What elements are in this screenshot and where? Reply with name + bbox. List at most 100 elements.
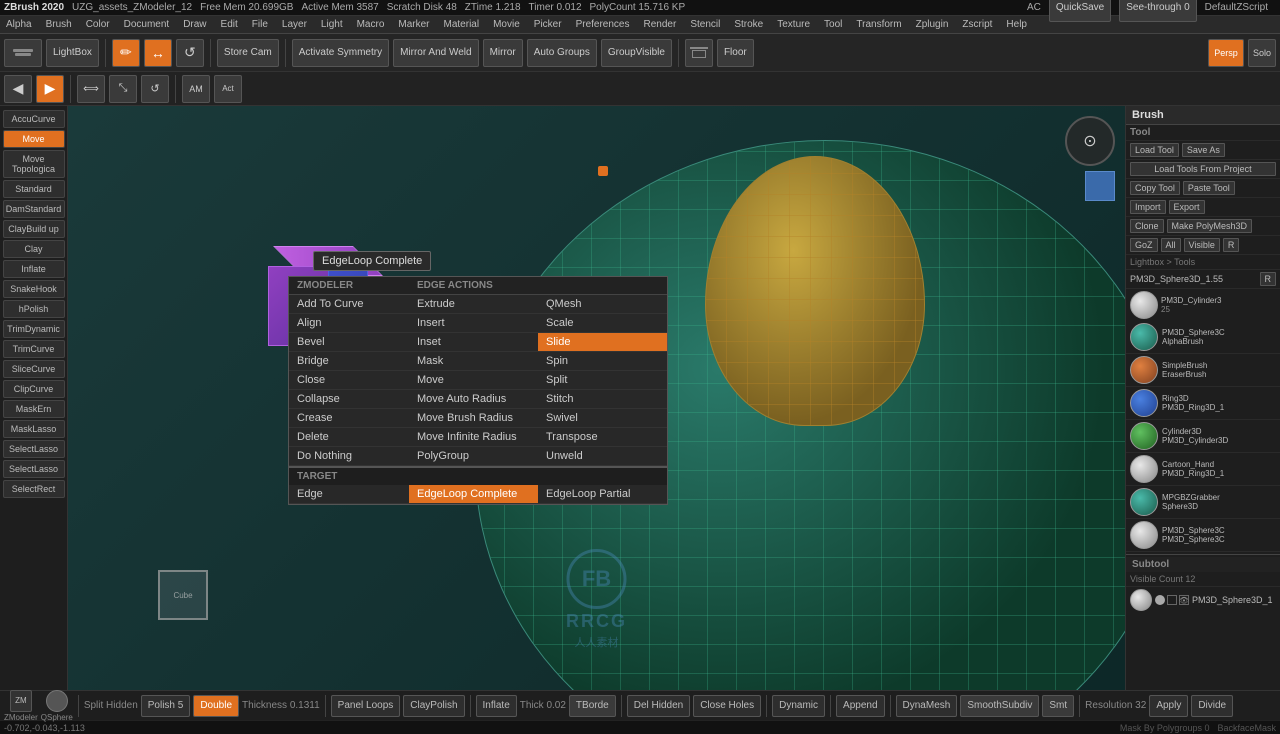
load-tools-project-btn[interactable]: Load Tools From Project: [1130, 162, 1276, 176]
selectlasso-btn[interactable]: SelectLasso: [3, 440, 65, 458]
see-through-button[interactable]: See-through 0: [1119, 0, 1196, 22]
ctx-row-7[interactable]: Delete Move Infinite Radius Transpose: [289, 428, 667, 447]
claypolish-btn[interactable]: ClayPolish: [403, 695, 464, 717]
ctx-zmod-1[interactable]: Align: [289, 314, 409, 332]
menu-movie[interactable]: Movie: [491, 18, 522, 31]
ctx-c3-5[interactable]: Stitch: [538, 390, 667, 408]
paste-tool-btn[interactable]: Paste Tool: [1183, 181, 1235, 195]
target-zmod-0[interactable]: Edge: [289, 485, 409, 503]
menu-zplugin[interactable]: Zplugin: [914, 18, 951, 31]
actual-icon[interactable]: Act: [214, 75, 242, 103]
masklasso-btn[interactable]: MaskLasso: [3, 420, 65, 438]
ctx-zmod-7[interactable]: Delete: [289, 428, 409, 446]
ctx-row-6[interactable]: Crease Move Brush Radius Swivel: [289, 409, 667, 428]
target-row-0[interactable]: Edge EdgeLoop Complete EdgeLoop Partial: [289, 485, 667, 504]
ctx-c3-1[interactable]: Scale: [538, 314, 667, 332]
ctx-c3-8[interactable]: Unweld: [538, 447, 667, 465]
prev-nav-button[interactable]: ◀: [4, 75, 32, 103]
all-btn[interactable]: All: [1161, 238, 1181, 252]
solo-icon[interactable]: Solo: [1248, 39, 1276, 67]
import-btn[interactable]: Import: [1130, 200, 1166, 214]
rotate-icon[interactable]: ↺: [141, 75, 169, 103]
standard-btn[interactable]: Standard: [3, 180, 65, 198]
ctx-c3-2-slide[interactable]: Slide: [538, 333, 667, 351]
copy-tool-btn[interactable]: Copy Tool: [1130, 181, 1180, 195]
polish-btn[interactable]: Polish 5: [141, 695, 191, 717]
rs-tool-cylinder3d[interactable]: Cylinder3D PM3D_Cylinder3D: [1126, 420, 1280, 453]
target-c3-0[interactable]: EdgeLoop Partial: [538, 485, 667, 503]
subtool-item-row[interactable]: 👁 PM3D_Sphere3D_1: [1126, 587, 1280, 613]
group-visible-button[interactable]: GroupVisible: [601, 39, 672, 67]
ctx-c3-0[interactable]: QMesh: [538, 295, 667, 313]
subtool-eye-icon[interactable]: 👁: [1179, 595, 1189, 605]
activate-symmetry-button[interactable]: Activate Symmetry: [292, 39, 389, 67]
ctx-zmod-0[interactable]: Add To Curve: [289, 295, 409, 313]
floor-button[interactable]: Floor: [717, 39, 754, 67]
menu-texture[interactable]: Texture: [775, 18, 812, 31]
rs-tool-sphere3c-alphabrush[interactable]: PM3D_Sphere3C AlphaBrush: [1126, 321, 1280, 354]
slicecurve-btn[interactable]: SliceCurve: [3, 360, 65, 378]
trimcurve-btn[interactable]: TrimCurve: [3, 340, 65, 358]
visible-btn[interactable]: Visible: [1184, 238, 1220, 252]
rs-tool-mpgbz[interactable]: MPGBZGrabber Sphere3D: [1126, 486, 1280, 519]
ctx-zmod-8[interactable]: Do Nothing: [289, 447, 409, 465]
context-menu[interactable]: ZMODELER EDGE ACTIONS Add To Curve Extru…: [288, 276, 668, 505]
claybuild-btn[interactable]: ClayBuild up: [3, 220, 65, 238]
menu-transform[interactable]: Transform: [854, 18, 903, 31]
tborder-btn[interactable]: TBorde: [569, 695, 616, 717]
menu-draw[interactable]: Draw: [181, 18, 208, 31]
menu-stencil[interactable]: Stencil: [688, 18, 722, 31]
load-tools-project-row[interactable]: Load Tools From Project: [1126, 160, 1280, 179]
ctx-zmod-3[interactable]: Bridge: [289, 352, 409, 370]
persp-icon[interactable]: Persp: [1208, 39, 1244, 67]
divide-btn[interactable]: Divide: [1191, 695, 1233, 717]
menu-render[interactable]: Render: [642, 18, 679, 31]
qsphere-icon-group[interactable]: QSphere: [41, 690, 73, 722]
lightbox-button[interactable]: LightBox: [46, 39, 99, 67]
menu-color[interactable]: Color: [84, 18, 112, 31]
move-mode-icon[interactable]: ↔: [144, 39, 172, 67]
menu-file[interactable]: File: [250, 18, 270, 31]
ctx-row-2[interactable]: Bevel Inset Slide: [289, 333, 667, 352]
load-tool-btn[interactable]: Load Tool: [1130, 143, 1179, 157]
ctx-ea-7[interactable]: Move Infinite Radius: [409, 428, 538, 446]
menu-edit[interactable]: Edit: [219, 18, 240, 31]
view-gizmo[interactable]: ⊙: [1065, 116, 1115, 166]
r-value-btn[interactable]: R: [1260, 272, 1277, 286]
ctx-zmod-4[interactable]: Close: [289, 371, 409, 389]
save-as-btn[interactable]: Save As: [1182, 143, 1225, 157]
ctx-zmod-6[interactable]: Crease: [289, 409, 409, 427]
rs-tool-pm3d-sphere3c[interactable]: PM3D_Sphere3C PM3D_Sphere3C: [1126, 519, 1280, 552]
menu-macro[interactable]: Macro: [355, 18, 387, 31]
clipcurve-btn[interactable]: ClipCurve: [3, 380, 65, 398]
trimdynamic-btn[interactable]: TrimDynamic: [3, 320, 65, 338]
menu-help[interactable]: Help: [1004, 18, 1029, 31]
scale-icon[interactable]: ⤡: [109, 75, 137, 103]
draw-mode-icon[interactable]: ✏: [112, 39, 140, 67]
inflate-btn[interactable]: Inflate: [3, 260, 65, 278]
ctx-ea-3[interactable]: Mask: [409, 352, 538, 370]
ctx-c3-3[interactable]: Spin: [538, 352, 667, 370]
quicksave-button[interactable]: QuickSave: [1049, 0, 1111, 22]
menu-alpha[interactable]: Alpha: [4, 18, 34, 31]
mirror-button[interactable]: Mirror: [483, 39, 523, 67]
masker-btn[interactable]: MaskErn: [3, 400, 65, 418]
smooth-subdiv-btn[interactable]: SmoothSubdiv: [960, 695, 1039, 717]
rs-tool-simple-eraser[interactable]: SimpleBrush EraserBrush: [1126, 354, 1280, 387]
clay-btn[interactable]: Clay: [3, 240, 65, 258]
qsphere-icon[interactable]: [46, 690, 68, 712]
ctx-ea-5[interactable]: Move Auto Radius: [409, 390, 538, 408]
close-holes-btn[interactable]: Close Holes: [693, 695, 761, 717]
menu-layer[interactable]: Layer: [280, 18, 309, 31]
lightbox-icon[interactable]: [4, 39, 42, 67]
copy-paste-row[interactable]: Copy Tool Paste Tool: [1126, 179, 1280, 198]
mirror-and-weld-button[interactable]: Mirror And Weld: [393, 39, 479, 67]
amat-icon[interactable]: AM: [182, 75, 210, 103]
menu-brush[interactable]: Brush: [44, 18, 74, 31]
panel-loops-btn[interactable]: Panel Loops: [331, 695, 401, 717]
menu-tool[interactable]: Tool: [822, 18, 844, 31]
ctx-row-5[interactable]: Collapse Move Auto Radius Stitch: [289, 390, 667, 409]
del-hidden-btn[interactable]: Del Hidden: [627, 695, 690, 717]
clone-polymesh-row[interactable]: Clone Make PolyMesh3D: [1126, 217, 1280, 236]
ctx-ea-8[interactable]: PolyGroup: [409, 447, 538, 465]
